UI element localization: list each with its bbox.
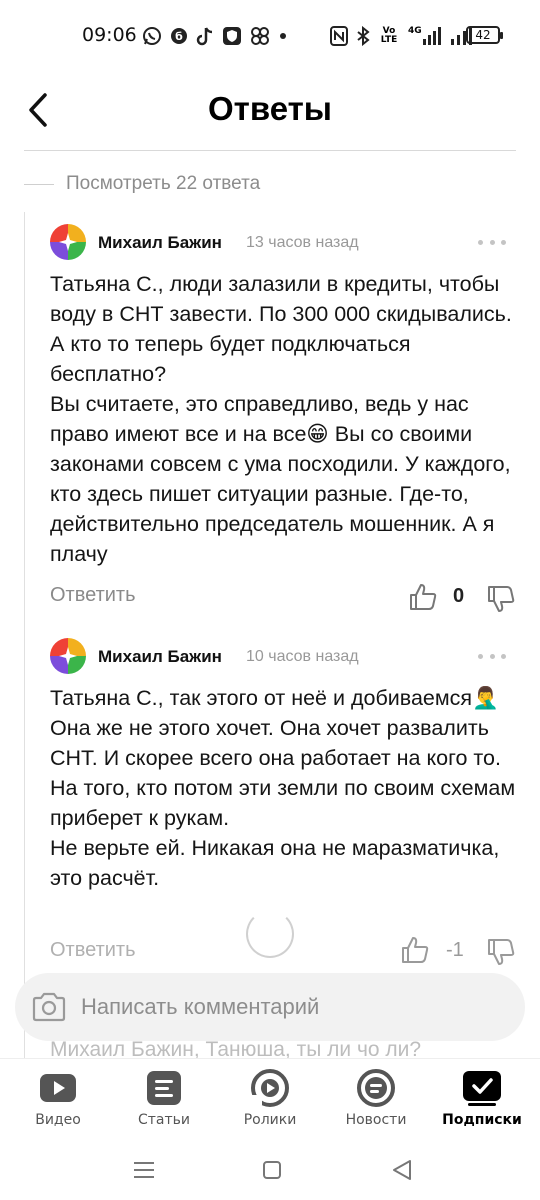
comment-placeholder: Написать комментарий [81,994,320,1019]
comment-author[interactable]: Михаил Бажин [98,647,222,667]
thumbs-down-icon[interactable] [486,937,516,967]
volte-icon: Vo LTE [380,26,398,45]
avatar[interactable] [50,638,86,674]
tab-news[interactable]: Новости [322,1059,430,1141]
status-time: 09:06 [82,24,137,46]
articles-icon [147,1071,181,1105]
page-title: Ответы [208,90,332,127]
pinwheel-icon [251,27,269,45]
bottom-tab-bar: Видео Статьи Ролики Новости Подписки [0,1058,540,1140]
tab-video[interactable]: Видео [4,1059,112,1141]
signal-4g-icon: 4G [408,27,443,45]
whatsapp-icon [143,27,161,45]
news-icon [357,1069,395,1107]
system-status-icons: Vo LTE 4G [330,24,473,48]
system-nav-bar [0,1140,540,1200]
nfc-icon [330,26,348,46]
avatar[interactable] [50,224,86,260]
home-icon[interactable] [258,1156,286,1184]
video-play-icon [40,1074,76,1102]
net-type-label: 4G [408,26,422,36]
comment-header: Михаил Бажин 13 часов назад [50,224,516,262]
loading-spinner [246,910,294,958]
battery-level: 42 [475,28,491,42]
shorts-icon [251,1069,289,1107]
thumbs-up-icon[interactable] [400,935,430,965]
vote-count: 0 [453,585,465,607]
tiktok-icon [196,27,213,46]
tab-label: Подписки [442,1112,522,1128]
tab-label: Новости [345,1112,407,1128]
camera-icon[interactable] [31,991,67,1023]
thumbs-up-icon[interactable] [408,582,438,612]
tab-articles[interactable]: Статьи [110,1059,218,1141]
view-replies-label: Посмотреть 22 ответа [66,173,261,194]
comment-time: 10 часов назад [246,648,359,665]
reply-button[interactable]: Ответить [50,939,136,962]
bluetooth-icon [357,26,370,46]
more-options-button[interactable] [478,646,506,666]
view-replies-link[interactable]: Посмотреть 22 ответа [24,170,260,198]
battery-icon: 42 [466,26,503,44]
notification-icons: б [142,25,288,47]
view-replies-line [24,183,54,185]
tab-label: Видео [35,1112,81,1128]
recent-apps-icon[interactable] [130,1156,158,1184]
thumbs-down-icon[interactable] [486,584,516,614]
thread-line [24,212,25,1072]
comment-header: Михаил Бажин 10 часов назад [50,638,516,676]
svg-text:б: б [175,30,183,43]
comment: Михаил Бажин 13 часов назад Татьяна С., … [50,224,516,614]
status-bar: 09:06 б Vo LTE 4G 42 [0,0,540,72]
tab-shorts[interactable]: Ролики [216,1059,324,1141]
back-triangle-icon[interactable] [388,1156,416,1184]
tab-subscriptions[interactable]: Подписки [428,1059,536,1141]
header-divider [24,150,516,151]
vote-count: -1 [446,939,464,961]
comment-author[interactable]: Михаил Бажин [98,233,222,253]
tab-label: Статьи [137,1112,190,1128]
comment-text: Татьяна С., люди залазили в кредиты, что… [50,272,512,566]
more-options-button[interactable] [478,232,506,252]
dot-icon [280,33,286,39]
header: Ответы [0,72,540,150]
comment-time: 13 часов назад [246,234,359,251]
subscriptions-check-icon [463,1071,501,1106]
comment-text: Татьяна С., так этого от неё и добиваемс… [50,686,516,890]
comment-input[interactable]: Написать комментарий [15,973,525,1041]
b-badge-icon: б [171,28,187,44]
shield-app-icon [223,27,241,45]
tab-label: Ролики [243,1112,297,1128]
reply-button[interactable]: Ответить [50,584,136,607]
